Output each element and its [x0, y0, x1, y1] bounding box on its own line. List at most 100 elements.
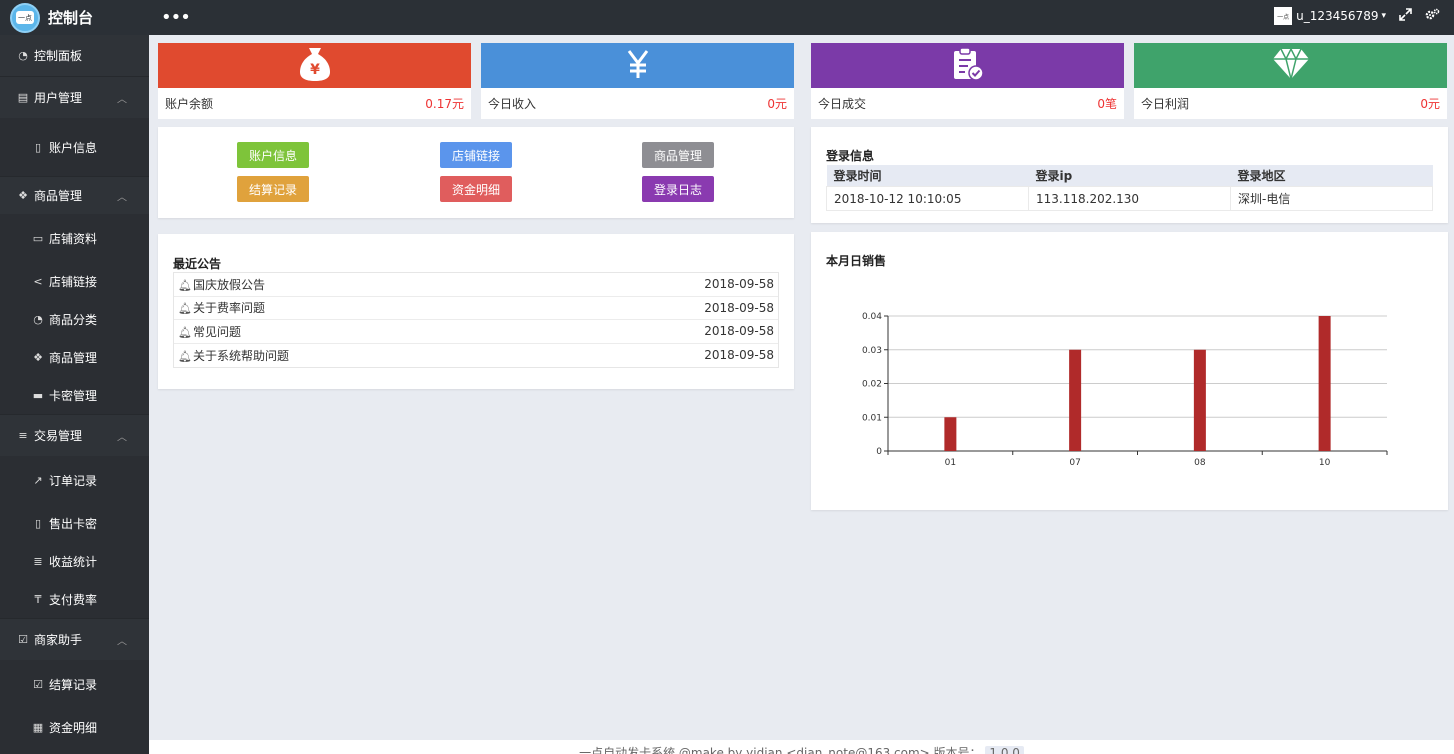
stat-card: 今日成交 0笔: [811, 43, 1124, 119]
sidebar-item[interactable]: ▯ 账户信息: [0, 118, 149, 176]
notice-item-title[interactable]: 常见问题: [193, 325, 241, 339]
quick-action-button[interactable]: 登录日志: [642, 176, 714, 202]
list-item[interactable]: 🔔︎关于系统帮助问题 2018-09-58: [174, 344, 778, 368]
cubes-icon: ❖: [33, 350, 43, 364]
topbar: ••• 一点 u_123456789 ▾: [149, 0, 1454, 35]
y-tick-label: 0.02: [862, 380, 882, 390]
sales-chart-card: 本月日销售 0 0.01 0.02 0.03 0.04 01 07 08 10: [811, 232, 1448, 510]
bell-icon: 🔔︎: [178, 325, 192, 339]
bar: [1069, 349, 1082, 451]
quick-action-button[interactable]: 资金明细: [440, 176, 512, 202]
sidebar-item[interactable]: ▤ 用户管理 ︿: [0, 76, 149, 118]
bar: [1318, 316, 1331, 451]
user-card-icon: ▤: [17, 91, 29, 104]
sidebar-item-label: 售出卡密: [49, 516, 98, 531]
sidebar-item[interactable]: ☑ 商家助手 ︿: [0, 618, 149, 660]
fullscreen-icon[interactable]: [1399, 8, 1412, 25]
brand-title: 控制台: [48, 9, 94, 27]
notice-item-date: 2018-09-58: [704, 324, 774, 339]
sidebar-item[interactable]: ▭ 店铺资料: [0, 214, 149, 262]
sidebar-item[interactable]: ☑ 结算记录: [0, 660, 149, 708]
sidebar-item[interactable]: ▬ 卡密管理: [0, 376, 149, 414]
list-item[interactable]: 🔔︎关于费率问题 2018-09-58: [174, 297, 778, 320]
share-icon: <: [33, 274, 43, 288]
notice-item-title[interactable]: 关于费率问题: [193, 301, 265, 315]
menu-toggle-button[interactable]: •••: [161, 7, 191, 28]
stat-card-header: [1134, 43, 1447, 88]
sidebar-item[interactable]: ◔ 控制面板: [0, 35, 149, 76]
credit-card-icon: ▬: [32, 388, 44, 402]
sidebar-item[interactable]: ₸ 支付费率: [0, 580, 149, 618]
logo-text: 一点: [16, 11, 34, 24]
notice-item-date: 2018-09-58: [704, 277, 774, 292]
money-bag-icon: ¥: [298, 46, 332, 85]
stat-label: 账户余额: [165, 97, 214, 111]
calendar-check-icon: ☑: [18, 633, 28, 646]
x-tick-label: 08: [1194, 458, 1206, 468]
calendar-check-icon: ☑: [33, 677, 43, 691]
sales-chart: 0 0.01 0.02 0.03 0.04 01 07 08 10: [862, 312, 1388, 468]
sidebar-item[interactable]: ▯ 售出卡密: [0, 504, 149, 542]
diamond-icon: [1272, 47, 1310, 84]
quick-action-button[interactable]: 商品管理: [642, 142, 714, 168]
list-item[interactable]: 🔔︎国庆放假公告 2018-09-58: [174, 273, 778, 297]
sidebar-item[interactable]: ◔ 商品分类: [0, 300, 149, 338]
x-tick-label: 10: [1319, 458, 1331, 468]
stat-card: 今日收入 0元: [481, 43, 794, 119]
settings-icon[interactable]: [1425, 8, 1440, 25]
bar: [944, 417, 957, 451]
notice-title: 最近公告: [173, 257, 222, 271]
list-icon: ≡: [18, 429, 28, 442]
notice-item-title[interactable]: 关于系统帮助问题: [193, 349, 289, 363]
stat-label: 今日利润: [1141, 97, 1190, 111]
brand[interactable]: 一点 控制台: [0, 0, 149, 35]
x-tick-label: 07: [1069, 458, 1080, 468]
login-ip-header: 登录ip: [1028, 165, 1231, 187]
user-menu[interactable]: 一点 u_123456789 ▾: [1274, 7, 1386, 25]
x-tick-label: 01: [945, 458, 956, 468]
sidebar-item[interactable]: ▦ 资金明细: [0, 708, 149, 746]
sidebar-item[interactable]: ❖ 商品管理 ︿: [0, 176, 149, 214]
sidebar-item-label: 收益统计: [49, 554, 98, 569]
sidebar-item[interactable]: ≣ 收益统计: [0, 542, 149, 580]
sidebar-item-label: 商品分类: [49, 312, 98, 327]
sidebar-item[interactable]: ❖操作记录: [0, 746, 149, 754]
sidebar-item-label: 用户管理: [34, 91, 83, 105]
file-icon: ▯: [34, 516, 42, 530]
calculator-icon: ▦: [32, 720, 44, 734]
version-badge: 1.0.0: [985, 746, 1024, 754]
list-item[interactable]: 🔔︎常见问题 2018-09-58: [174, 320, 778, 344]
username: u_123456789: [1296, 9, 1379, 23]
sidebar-item[interactable]: ≡ 交易管理 ︿: [0, 414, 149, 456]
chevron-up-icon: ︿: [117, 432, 127, 443]
dashboard-icon: ◔: [33, 312, 43, 326]
cubes-icon: ❖: [18, 189, 28, 202]
login-time-header: 登录时间: [826, 165, 1029, 187]
sidebar-item-label: 商家助手: [34, 633, 83, 647]
stat-value: 0元: [767, 97, 787, 111]
sidebar-item-label: 交易管理: [34, 429, 83, 443]
sidebar-item[interactable]: ↗ 订单记录: [0, 456, 149, 504]
bell-icon: 🔔︎: [178, 302, 192, 316]
login-region-cell: 深圳-电信: [1230, 186, 1433, 211]
clipboard-check-icon: [952, 46, 984, 85]
sidebar-item-label: 店铺链接: [49, 274, 98, 289]
quick-action-button[interactable]: 店铺链接: [440, 142, 512, 168]
sidebar-item[interactable]: < 店铺链接: [0, 262, 149, 300]
sidebar-item-label: 资金明细: [49, 720, 98, 735]
sidebar-item-label: 卡密管理: [49, 388, 98, 403]
sidebar-item[interactable]: ❖ 商品管理: [0, 338, 149, 376]
map-icon: ▯: [34, 140, 42, 154]
bar: [1193, 349, 1206, 451]
notice-item-title[interactable]: 国庆放假公告: [193, 278, 265, 292]
stat-card-header: ¥: [158, 43, 471, 88]
chevron-up-icon: ︿: [117, 192, 127, 203]
sidebar-item-label: 订单记录: [49, 473, 98, 488]
quick-action-button[interactable]: 账户信息: [237, 142, 309, 168]
line-chart-icon: ↗: [33, 473, 43, 487]
chevron-up-icon: ︿: [117, 636, 127, 647]
quick-action-button[interactable]: 结算记录: [237, 176, 309, 202]
bell-icon: 🔔︎: [178, 349, 192, 363]
yen-icon: [625, 49, 651, 82]
login-region-header: 登录地区: [1230, 165, 1433, 187]
